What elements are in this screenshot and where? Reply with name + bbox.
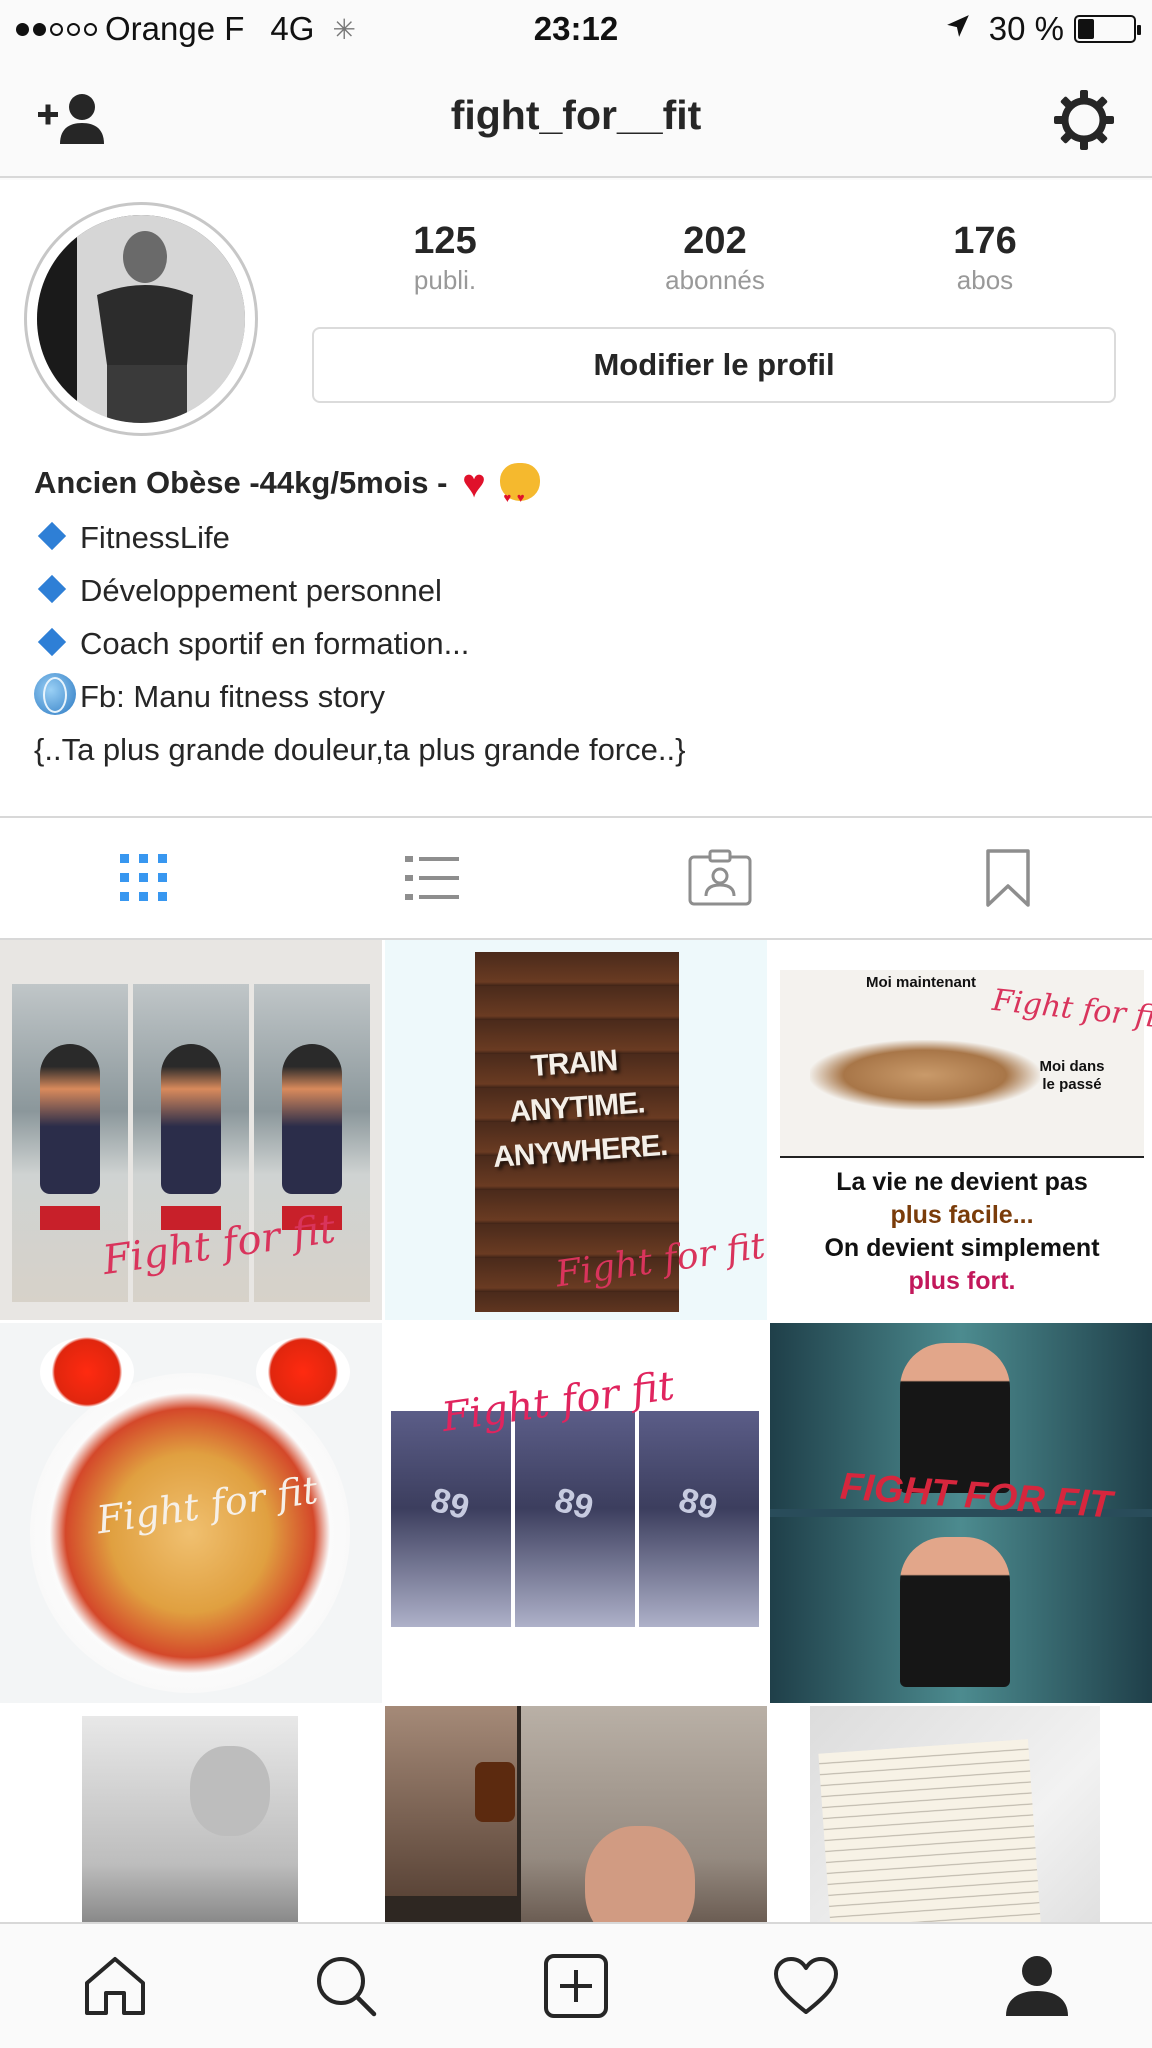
blue-diamond-icon — [37, 574, 67, 604]
quote-label-past: Moi dans le passé — [1039, 1058, 1105, 1093]
stat-followers[interactable]: 202 abonnés — [580, 220, 850, 296]
portrait-photo — [82, 1716, 298, 1922]
edit-profile-button[interactable]: Modifier le profil — [312, 327, 1116, 403]
sign-text: TRAIN ANYTIME. ANYWHERE. — [471, 1035, 684, 1181]
profile-icon — [1005, 1956, 1068, 2016]
bio-line: FitnessLife — [34, 511, 1124, 564]
bio-name-line: Ancien Obèse -44kg/5mois - ♥ — [34, 456, 1124, 524]
quote-line: La vie ne devient pas — [836, 1168, 1088, 1196]
location-arrow-icon — [945, 13, 971, 46]
bio-name: Ancien Obèse -44kg/5mois - — [34, 465, 448, 500]
tab-list[interactable] — [288, 818, 576, 938]
profile-username: fight_for__fit — [450, 92, 702, 138]
sauce-bowl — [256, 1337, 350, 1407]
saved-bookmark-icon — [986, 849, 1030, 907]
quote-label-now: Moi maintenant — [866, 974, 977, 991]
post-thumbnail[interactable]: FIGHT FOR FIT — [770, 1323, 1152, 1703]
tab-activity[interactable] — [691, 1924, 921, 2048]
post-thumbnail[interactable] — [0, 1706, 382, 1922]
home-icon — [85, 1957, 146, 2015]
bio-line: Développement personnel — [34, 564, 1124, 617]
red-heart-emoji-icon: ♥ — [462, 462, 486, 506]
battery-icon — [1074, 15, 1141, 43]
tab-home[interactable] — [0, 1924, 230, 2048]
bio-quote: {..Ta plus grande douleur,ta plus grande… — [34, 732, 686, 767]
bio-line-text: FitnessLife — [80, 520, 230, 555]
new-post-icon — [544, 1954, 609, 2018]
tab-search[interactable] — [230, 1924, 460, 2048]
avatar-photo — [37, 215, 245, 423]
profile-section: 125 publi. 202 abonnés 176 abos Modifier… — [0, 180, 1152, 816]
stat-posts-count: 125 — [413, 220, 477, 262]
list-icon — [405, 856, 459, 900]
bio-line-text: Coach sportif en formation... — [80, 626, 470, 661]
avatar-ring[interactable] — [24, 202, 258, 436]
bio-line: Coach sportif en formation... — [34, 617, 1124, 670]
heart-icon — [774, 1957, 839, 2014]
tab-profile[interactable] — [922, 1924, 1152, 2048]
tab-saved[interactable] — [864, 818, 1152, 938]
blue-diamond-icon — [37, 627, 67, 657]
profile-view-tabs — [0, 816, 1152, 940]
quote-line: On devient simplement — [824, 1234, 1100, 1262]
post-thumbnail[interactable]: Moi maintenant Moi dans le passé Fight f… — [770, 940, 1152, 1320]
status-right: 30 % — [945, 10, 1141, 48]
stat-followers-count: 202 — [683, 220, 747, 262]
battery-percent: 30 % — [988, 10, 1064, 47]
quote-caption: La vie ne devient pas plus facile... On … — [780, 1166, 1144, 1298]
heart-eyes-cat-emoji-icon — [500, 463, 541, 524]
blue-diamond-icon — [37, 521, 67, 551]
quote-line: plus facile... — [890, 1201, 1034, 1229]
sauce-bowl — [40, 1337, 134, 1407]
tab-tagged[interactable] — [576, 818, 864, 938]
tab-grid[interactable] — [0, 818, 288, 938]
avatar[interactable] — [37, 215, 245, 423]
battery-fill — [1078, 19, 1094, 39]
status-bar: Orange F 4G ✳ 23:12 30 % — [0, 0, 1152, 58]
stat-posts-label: publi. — [413, 265, 477, 295]
post-thumbnail[interactable]: Fight for fit — [0, 940, 382, 1320]
settings-button[interactable] — [1052, 88, 1116, 152]
profile-bio: Ancien Obèse -44kg/5mois - ♥ FitnessLife… — [34, 456, 1124, 776]
bio-fb-line: Fb: Manu fitness story — [34, 670, 1124, 723]
bottom-tab-bar — [0, 1922, 1152, 2048]
quote-line: plus fort. — [908, 1267, 1016, 1295]
gear-icon — [1054, 90, 1114, 150]
wolf-image — [810, 1040, 1040, 1110]
profile-stats: 125 publi. 202 abonnés 176 abos — [310, 220, 1120, 296]
stat-following-label: abos — [956, 265, 1014, 295]
bio-line-text: Développement personnel — [80, 573, 442, 608]
posts-grid: Fight for fit TRAIN ANYTIME. ANYWHERE. F… — [0, 940, 1152, 1922]
stat-following[interactable]: 176 abos — [850, 220, 1120, 296]
post-thumbnail[interactable]: Fight for fit — [385, 1323, 767, 1703]
grid-icon — [120, 854, 167, 901]
tagged-icon — [688, 849, 752, 906]
post-thumbnail[interactable]: TRAIN ANYTIME. ANYWHERE. Fight for fit — [385, 940, 767, 1320]
stat-following-count: 176 — [953, 220, 1017, 262]
post-thumbnail[interactable] — [770, 1706, 1152, 1922]
post-thumbnail[interactable]: Fight for fit — [0, 1323, 382, 1703]
tab-new-post[interactable] — [461, 1924, 691, 2048]
search-icon — [316, 1957, 376, 2017]
food-plate — [30, 1373, 350, 1693]
stat-posts[interactable]: 125 publi. — [310, 220, 580, 296]
stat-followers-label: abonnés — [665, 265, 765, 295]
globe-icon — [34, 673, 76, 715]
profile-header: fight_for__fit — [0, 58, 1152, 178]
bio-fb-text: Fb: Manu fitness story — [80, 679, 385, 714]
post-thumbnail[interactable] — [385, 1706, 767, 1922]
